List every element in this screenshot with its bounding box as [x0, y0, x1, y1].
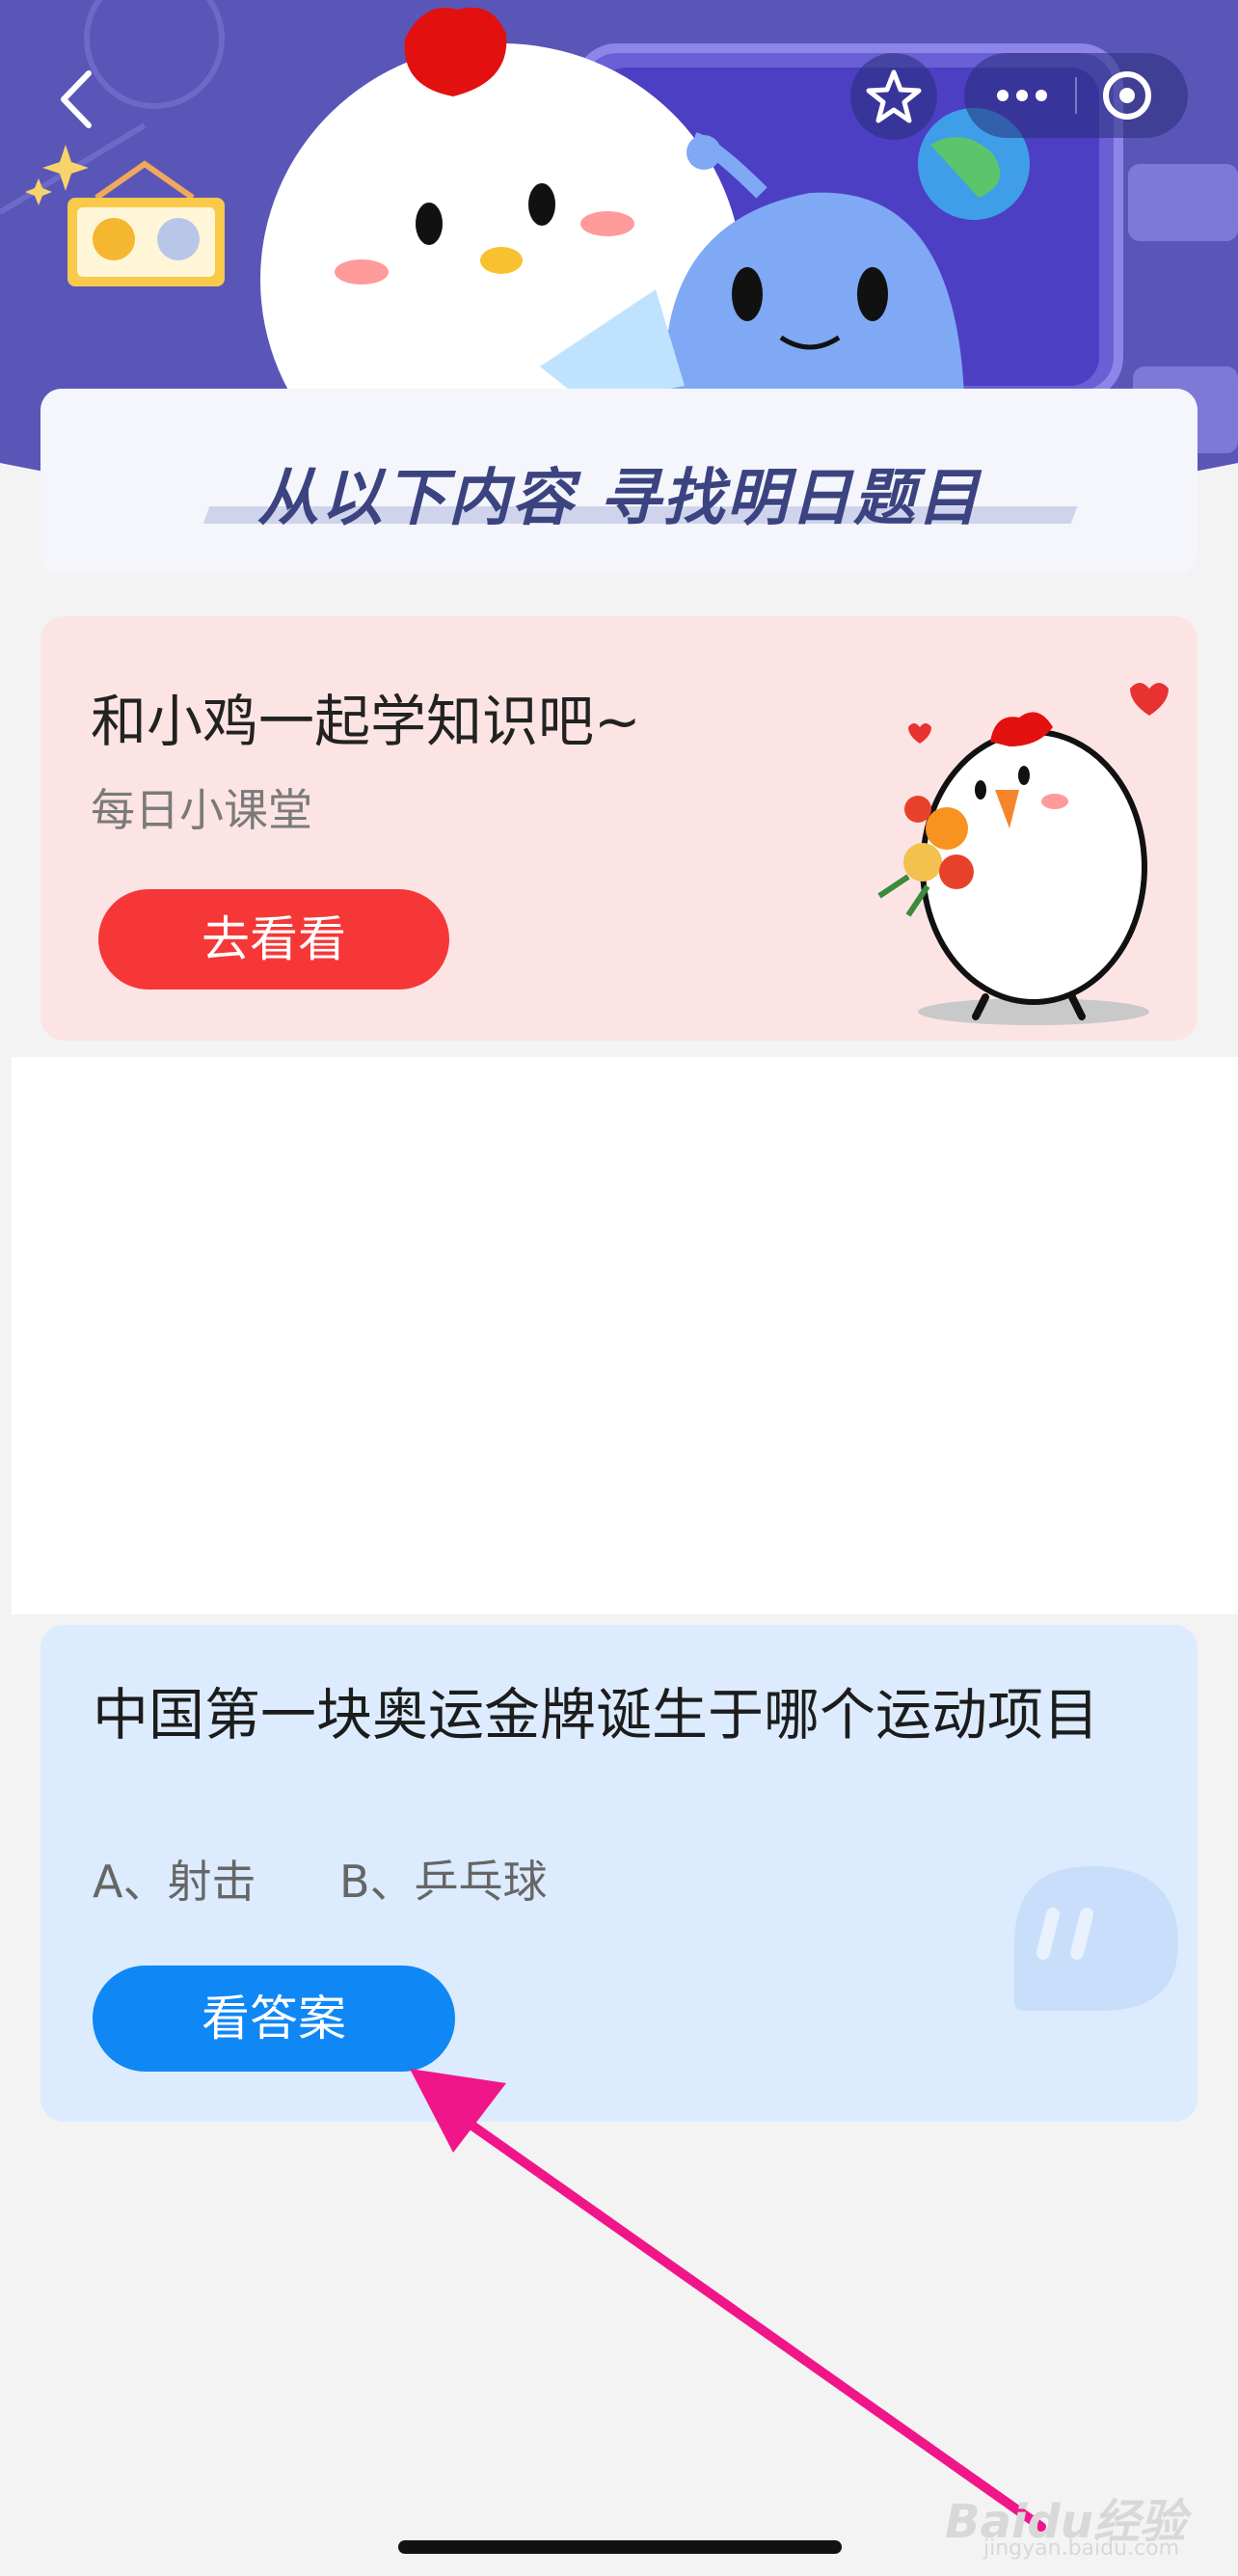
view-answer-button[interactable]: 看答案	[93, 1966, 455, 2072]
question-text: 中国第一块奥运金牌诞生于哪个运动项目	[93, 1682, 1100, 1748]
watermark-url: jingyan.baidu.com	[983, 2536, 1180, 2561]
more-horizontal-icon	[997, 90, 1047, 101]
watermark: Baidu经验 jingyan.baidu.com	[945, 2440, 1225, 2565]
option-a: A、射击	[93, 1856, 256, 1908]
more-button[interactable]	[964, 53, 1076, 138]
go-see-button[interactable]: 去看看	[98, 889, 449, 990]
question-card: 中国第一块奥运金牌诞生于哪个运动项目 A、射击 B、乒乓球 看答案	[40, 1625, 1198, 2122]
target-circle-icon	[1103, 71, 1151, 120]
home-indicator[interactable]	[398, 2540, 842, 2554]
find-question-banner: 从以下内容 寻找明日题目	[40, 389, 1198, 574]
daily-class-card: 和小鸡一起学知识吧~ 每日小课堂 去看看	[40, 616, 1198, 1041]
chicken-with-flowers-illustration	[877, 683, 1169, 1025]
card-subtitle: 每日小课堂	[91, 784, 312, 836]
card-title: 和小鸡一起学知识吧~	[91, 689, 641, 754]
banner-title: 从以下内容 寻找明日题目	[256, 463, 982, 534]
chat-bubble-icon	[1014, 1866, 1178, 2011]
back-button[interactable]	[42, 56, 120, 143]
favorite-button[interactable]	[850, 53, 937, 140]
star-outline-icon	[866, 69, 922, 123]
option-b: B、乒乓球	[339, 1856, 548, 1908]
blank-content-area	[12, 1057, 1238, 1614]
close-mini-program-button[interactable]	[1077, 53, 1188, 138]
chevron-left-icon	[61, 70, 92, 128]
